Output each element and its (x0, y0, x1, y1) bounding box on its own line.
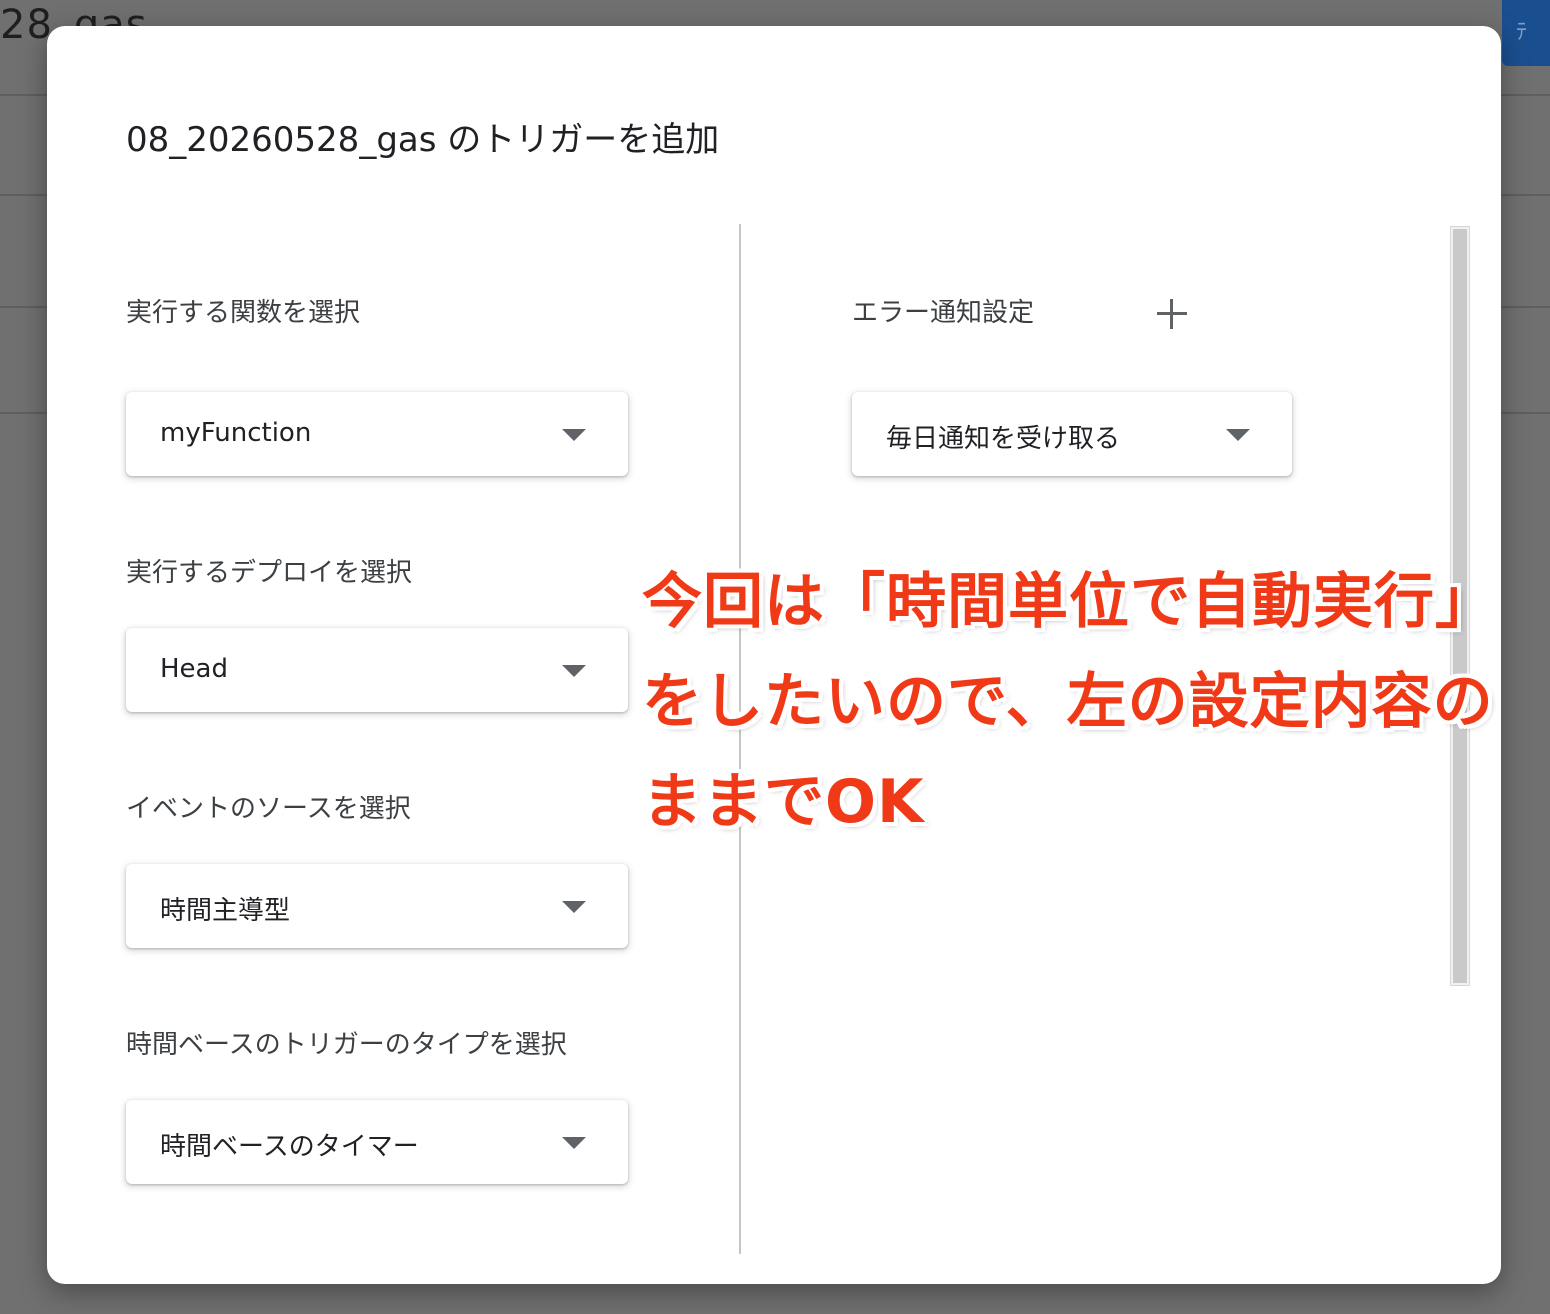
function-select-value: myFunction (160, 418, 312, 448)
caret-down-icon (562, 665, 586, 677)
deployment-select[interactable]: Head (126, 628, 628, 712)
background-save-button: ﾃ (1502, 0, 1550, 66)
event-source-select-label: イベントのソースを選択 (126, 794, 411, 824)
error-notification-label: エラー通知設定 (852, 298, 1035, 328)
annotation-callout: 今回は「時間単位で自動実行」 をしたいので、左の設定内容の ままでOK (642, 552, 1542, 852)
caret-down-icon (562, 429, 586, 441)
trigger-type-select-value: 時間ベースのタイマー (160, 1132, 419, 1162)
deployment-select-label: 実行するデプロイを選択 (126, 558, 413, 588)
add-notification-button[interactable] (1150, 292, 1194, 336)
function-select[interactable]: myFunction (126, 392, 628, 476)
caret-down-icon (562, 1137, 586, 1149)
event-source-select-value: 時間主導型 (160, 896, 291, 926)
annotation-line-3: ままでOK (642, 767, 925, 837)
caret-down-icon (562, 901, 586, 913)
background-save-button-label: ﾃ (1516, 20, 1528, 45)
dialog-title: 08_20260528_gas のトリガーを追加 (126, 120, 720, 160)
event-source-select[interactable]: 時間主導型 (126, 864, 628, 948)
plus-icon (1157, 299, 1187, 329)
trigger-type-select-label: 時間ベースのトリガーのタイプを選択 (126, 1030, 567, 1060)
error-notification-select[interactable]: 毎日通知を受け取る (852, 392, 1292, 476)
function-select-label: 実行する関数を選択 (126, 298, 361, 328)
annotation-line-1: 今回は「時間単位で自動実行」 (642, 567, 1496, 637)
deployment-select-value: Head (160, 654, 228, 684)
annotation-line-2: をしたいので、左の設定内容の (642, 667, 1494, 737)
error-notification-select-value: 毎日通知を受け取る (886, 424, 1121, 454)
trigger-type-select[interactable]: 時間ベースのタイマー (126, 1100, 628, 1184)
caret-down-icon (1226, 429, 1250, 441)
